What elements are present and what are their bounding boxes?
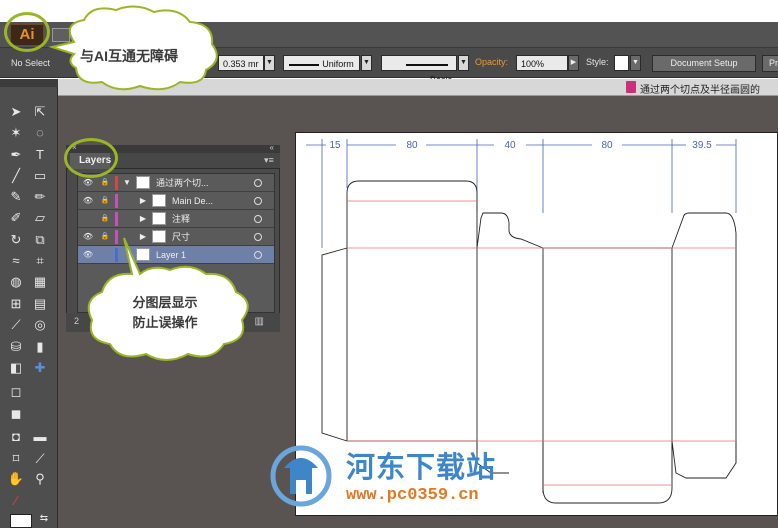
gradient-icon[interactable]: ▤ bbox=[30, 295, 50, 313]
eye-icon[interactable]: 👁 bbox=[80, 192, 96, 210]
fill-stroke-swatch[interactable] bbox=[6, 505, 34, 528]
line-tool-icon[interactable]: ╱ bbox=[6, 167, 26, 185]
symbol-sprayer-icon[interactable]: ⛁ bbox=[6, 338, 26, 356]
change-screen-icon[interactable]: ▬ bbox=[30, 428, 50, 446]
hand-tool-icon[interactable]: ✋ bbox=[6, 470, 26, 488]
lock-icon[interactable]: 🔒 bbox=[98, 192, 112, 210]
blob-brush-icon[interactable]: ✐ bbox=[6, 209, 26, 227]
selection-tool-icon[interactable]: ➤ bbox=[6, 103, 26, 121]
lasso-icon[interactable]: ◌ bbox=[30, 124, 50, 142]
callout-text: 防止误操作 bbox=[132, 315, 198, 330]
pencil-icon[interactable]: ✏ bbox=[30, 188, 50, 206]
layer-row[interactable]: 🔒 ▶ 注释 bbox=[78, 210, 274, 228]
column-graph-icon[interactable]: ▮ bbox=[30, 338, 50, 356]
stroke-profile-dropdown-icon[interactable]: ▼ bbox=[361, 55, 372, 71]
opacity-label[interactable]: Opacity: bbox=[475, 57, 508, 67]
expand-right-icon[interactable]: ▶ bbox=[137, 210, 149, 228]
layer-name: 注释 bbox=[172, 214, 191, 224]
zoom-tool-icon[interactable]: ⚲ bbox=[30, 470, 50, 488]
layer-row[interactable]: 👁 🔒 ▼ 通过两个切... bbox=[78, 174, 274, 192]
target-icon[interactable] bbox=[254, 179, 262, 187]
slice-select-icon[interactable]: ⌑ bbox=[6, 450, 26, 468]
eye-icon[interactable] bbox=[80, 210, 96, 228]
expand-right-icon[interactable]: ▶ bbox=[137, 192, 149, 210]
draw-behind-icon[interactable]: ◼ bbox=[6, 405, 26, 423]
layer-row[interactable]: 👁 🔒 ▶ Main De... bbox=[78, 192, 274, 210]
target-icon[interactable] bbox=[254, 197, 262, 205]
screen-mode-icon[interactable]: ◘ bbox=[6, 428, 26, 446]
callout-text: 分图层显示 bbox=[132, 295, 198, 310]
blend-icon[interactable]: ◎ bbox=[30, 316, 50, 334]
layer-color-swatch bbox=[115, 194, 118, 208]
watermark-logo bbox=[270, 445, 332, 507]
slice-tool-icon[interactable]: ✚ bbox=[30, 359, 50, 377]
rectangle-tool-icon[interactable]: ▭ bbox=[30, 167, 50, 185]
callout-text: 与AI互通无障碍 bbox=[80, 48, 178, 64]
opacity-field[interactable]: 100% bbox=[516, 55, 568, 71]
pen-tool-icon[interactable]: ✒ bbox=[6, 146, 26, 164]
stroke-line-icon bbox=[289, 63, 320, 66]
warp-icon[interactable]: ≈ bbox=[6, 252, 26, 270]
layer-name: Main De... bbox=[172, 196, 214, 206]
watermark-url: www.pc0359.cn bbox=[346, 486, 479, 505]
document-setup-button[interactable]: Document Setup bbox=[652, 55, 756, 72]
direct-selection-tool-icon[interactable]: ⇱ bbox=[30, 103, 50, 121]
preferences-button[interactable]: Pr bbox=[762, 55, 778, 72]
perspective-grid-icon[interactable]: ▦ bbox=[30, 273, 50, 291]
collapse-icon[interactable]: « bbox=[270, 143, 274, 152]
type-tool-icon[interactable]: T bbox=[30, 146, 50, 164]
dimension-label: 80 bbox=[406, 140, 418, 151]
brush-dropdown-icon[interactable]: ▼ bbox=[458, 55, 469, 71]
draw-normal-icon[interactable]: ◻ bbox=[6, 383, 26, 401]
eyedropper-icon[interactable]: ⟋ bbox=[6, 316, 26, 334]
dimension-label: 15 bbox=[329, 140, 341, 151]
expand-down-icon[interactable]: ▼ bbox=[121, 174, 133, 192]
target-icon[interactable] bbox=[254, 215, 262, 223]
rotate-icon[interactable]: ↻ bbox=[6, 231, 26, 249]
artboard-tool-icon[interactable]: ◧ bbox=[6, 359, 26, 377]
scale-icon[interactable]: ⧉ bbox=[30, 231, 50, 249]
dimension-label: 40 bbox=[504, 140, 516, 151]
shape-builder-icon[interactable]: ◍ bbox=[6, 273, 26, 291]
document-tab-title[interactable]: 通过两个切点及半径画圆的 bbox=[640, 81, 760, 96]
swap-fill-stroke-icon[interactable]: ⇆ bbox=[34, 510, 54, 528]
opacity-arrow-icon[interactable]: ▶ bbox=[568, 55, 579, 71]
watermark-name: 河东下载站 bbox=[346, 452, 497, 484]
stroke-profile-label: Uniform bbox=[322, 59, 354, 69]
paintbrush-icon[interactable]: ✎ bbox=[6, 188, 26, 206]
highlight-ring bbox=[64, 138, 118, 178]
style-dropdown-icon[interactable]: ▼ bbox=[630, 55, 641, 71]
layer-thumbnail bbox=[136, 176, 150, 189]
magic-wand-icon[interactable]: ✶ bbox=[6, 124, 26, 142]
stroke-profile-select[interactable]: Uniform bbox=[283, 55, 360, 71]
free-transform-icon[interactable]: ⌗ bbox=[30, 252, 50, 270]
stroke-weight-dropdown-icon[interactable]: ▼ bbox=[264, 55, 275, 71]
layer-color-swatch bbox=[115, 212, 118, 226]
document-icon bbox=[626, 81, 636, 93]
brush-line-icon bbox=[406, 63, 448, 66]
layer-thumbnail bbox=[152, 212, 166, 225]
lock-icon[interactable]: 🔒 bbox=[98, 210, 112, 228]
eraser-icon[interactable]: ▱ bbox=[30, 209, 50, 227]
style-label: Style: bbox=[586, 57, 609, 67]
dimension-label: 39.5 bbox=[692, 140, 712, 151]
knife-icon[interactable]: ⟋ bbox=[30, 450, 50, 468]
panel-menu-icon[interactable]: ▾≡ bbox=[264, 155, 274, 166]
layer-color-swatch bbox=[115, 176, 118, 190]
dimension-label: 80 bbox=[601, 140, 613, 151]
mesh-icon[interactable]: ⊞ bbox=[6, 295, 26, 313]
style-swatch[interactable] bbox=[614, 55, 629, 71]
brush-select[interactable]: Basic bbox=[381, 55, 457, 85]
layer-name: 通过两个切... bbox=[156, 178, 209, 188]
layer-thumbnail bbox=[152, 194, 166, 207]
